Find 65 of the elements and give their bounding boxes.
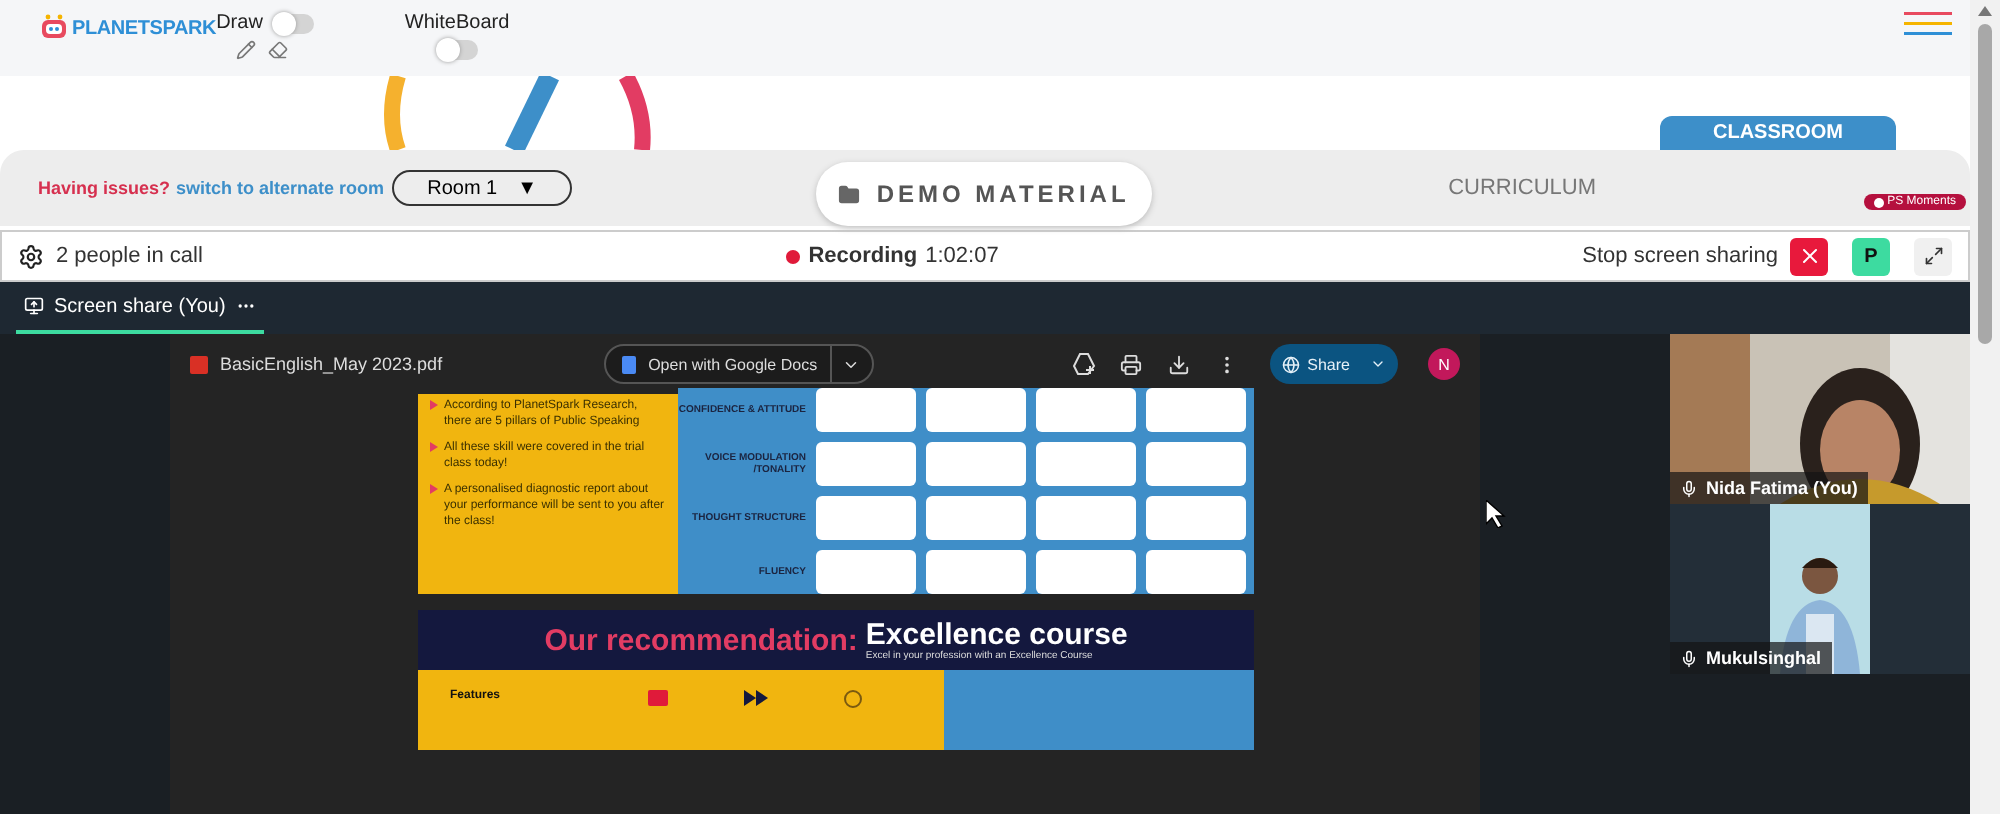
table-cell bbox=[816, 496, 916, 540]
mouse-cursor-icon bbox=[1486, 500, 1506, 528]
print-icon[interactable] bbox=[1119, 353, 1142, 375]
table-cell bbox=[926, 496, 1026, 540]
dot-icon bbox=[1873, 197, 1884, 207]
recording-label: Recording bbox=[808, 244, 918, 268]
settings-icon[interactable] bbox=[18, 243, 44, 269]
open-with-google-docs-button[interactable]: Open with Google Docs bbox=[604, 344, 874, 384]
participant-avatar[interactable]: P bbox=[1852, 237, 1890, 275]
table-cell bbox=[1036, 388, 1136, 432]
close-button[interactable] bbox=[1790, 237, 1828, 275]
course-title: Excellence course bbox=[865, 619, 1128, 649]
fullscreen-button[interactable] bbox=[1914, 237, 1952, 275]
table-cell bbox=[1036, 496, 1136, 540]
bullet-icon bbox=[430, 484, 438, 494]
classroom-tab[interactable]: CLASSROOM bbox=[1660, 116, 1896, 150]
table-cell bbox=[926, 550, 1026, 594]
table-cell bbox=[1036, 550, 1136, 594]
toggle-switch[interactable] bbox=[274, 13, 315, 33]
document-icon bbox=[622, 355, 637, 373]
mic-icon bbox=[1680, 649, 1698, 667]
close-icon bbox=[1797, 244, 1821, 268]
table-cell bbox=[1146, 388, 1246, 432]
table-cell bbox=[1146, 442, 1246, 486]
participant-name: Mukulsinghal bbox=[1670, 642, 1832, 674]
bullet-icon bbox=[430, 400, 438, 410]
table-cell bbox=[1146, 550, 1246, 594]
recommendation-title: Our recommendation: bbox=[544, 623, 858, 657]
user-avatar[interactable]: N bbox=[1428, 348, 1460, 380]
scrollbar-thumb[interactable] bbox=[1978, 24, 1992, 344]
recording-time: 1:02:07 bbox=[925, 244, 999, 268]
table-cell bbox=[1146, 496, 1246, 540]
bullet-icon bbox=[430, 442, 438, 452]
stop-sharing-label: Stop screen sharing bbox=[1582, 244, 1778, 268]
curriculum-tab[interactable]: CURRICULUM bbox=[1448, 176, 1597, 200]
whiteboard-label: WhiteBoard bbox=[404, 12, 510, 34]
planetspark-logo: PLANETSPARK bbox=[40, 14, 217, 42]
pdf-icon bbox=[190, 355, 208, 373]
folder-icon bbox=[838, 183, 861, 205]
draw-label: Draw bbox=[216, 12, 263, 34]
file-name: BasicEnglish_May 2023.pdf bbox=[220, 354, 443, 374]
table-cell bbox=[926, 388, 1026, 432]
table-cell bbox=[1036, 442, 1136, 486]
issues-text: Having issues? bbox=[38, 178, 171, 198]
table-cell bbox=[816, 442, 916, 486]
feature-icon bbox=[648, 690, 669, 706]
recording-dot bbox=[786, 249, 801, 263]
share-button[interactable]: Share bbox=[1269, 344, 1398, 384]
table-cell bbox=[816, 550, 916, 594]
table-cell bbox=[816, 388, 916, 432]
table-cell bbox=[926, 442, 1026, 486]
toggle-switch[interactable] bbox=[437, 40, 478, 60]
download-icon[interactable] bbox=[1167, 353, 1190, 375]
globe-icon bbox=[1281, 355, 1300, 373]
eraser-icon[interactable] bbox=[268, 40, 289, 60]
demo-material-button[interactable]: DEMO MATERIAL bbox=[816, 162, 1153, 226]
monitor-icon bbox=[24, 296, 44, 316]
pencil-icon[interactable] bbox=[236, 40, 257, 60]
menu-icon[interactable] bbox=[1904, 12, 1952, 36]
forward-icon bbox=[744, 690, 769, 706]
caret-icon bbox=[1370, 356, 1386, 372]
scroll-up-icon[interactable] bbox=[1978, 6, 1992, 16]
room-select[interactable]: Room 1 ▼ bbox=[392, 170, 573, 206]
people-count: 2 people in call bbox=[56, 244, 203, 268]
expand-icon bbox=[1923, 246, 1943, 266]
